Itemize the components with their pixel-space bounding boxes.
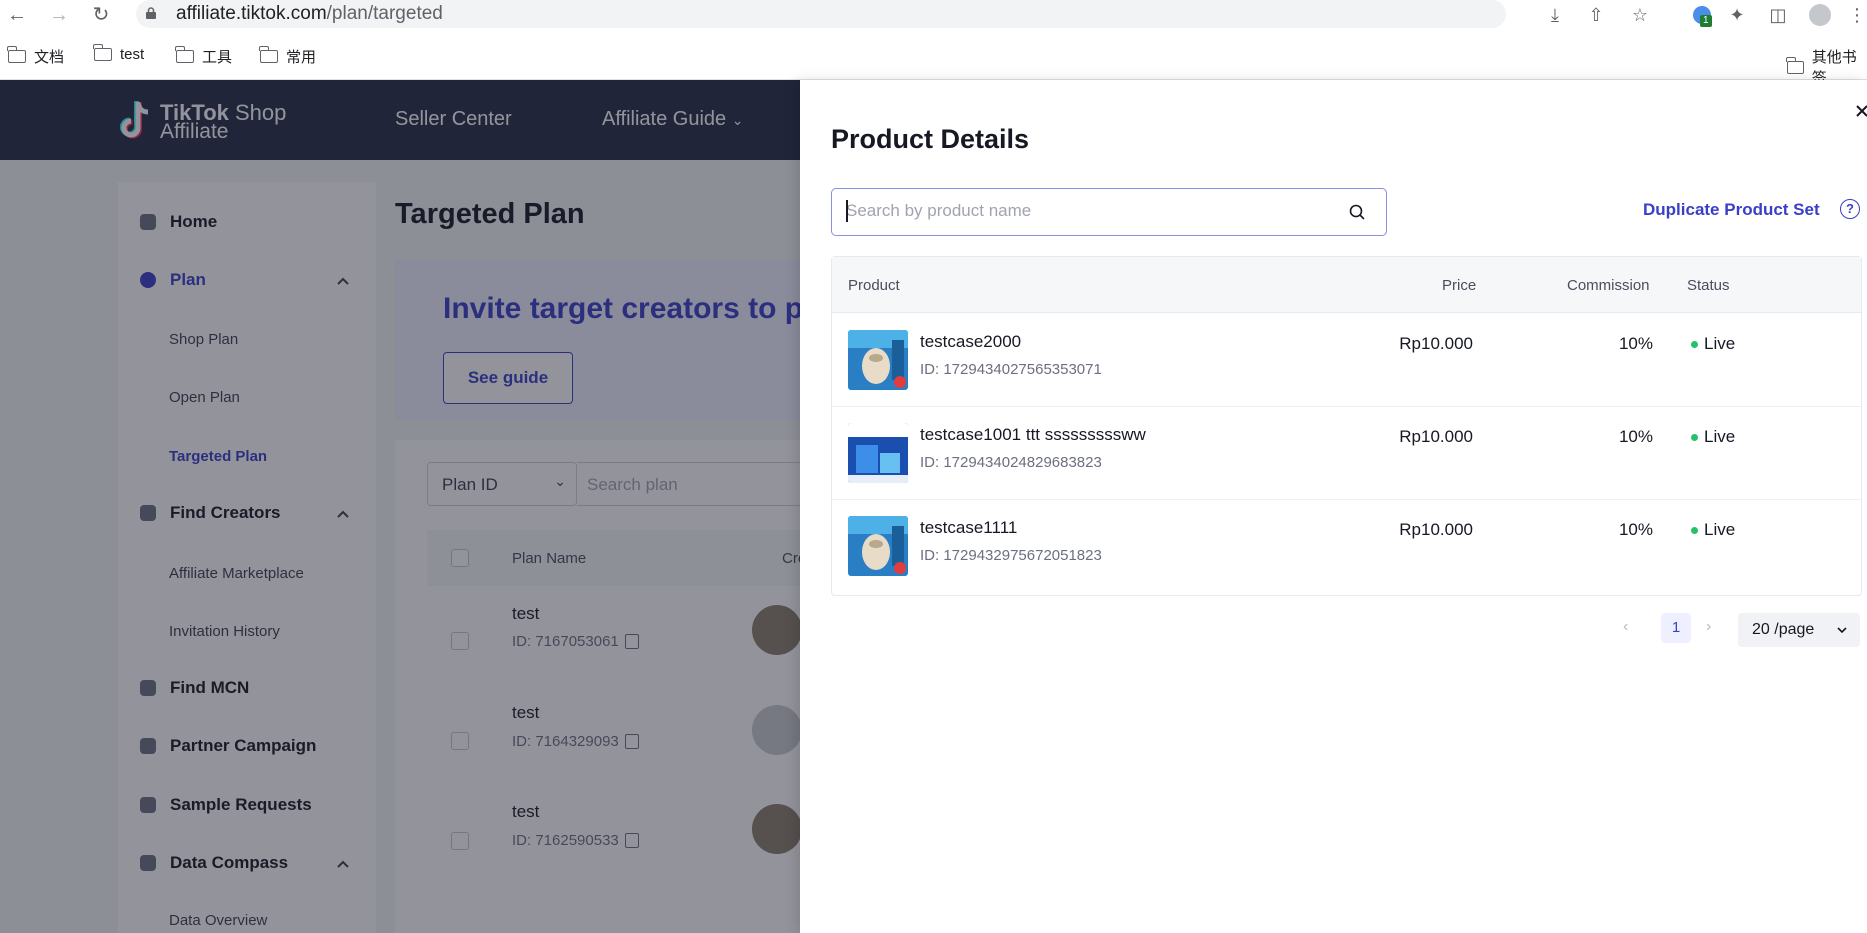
- product-row[interactable]: testcase1001 ttt sssssssssww ID: 1729434…: [832, 407, 1861, 500]
- product-price: Rp10.000: [1399, 520, 1473, 539]
- extension-badge: 1: [1700, 15, 1712, 27]
- column-status: Status: [1687, 277, 1730, 294]
- status-badge: Live: [1691, 334, 1735, 354]
- chevron-down-icon: [1837, 627, 1847, 634]
- column-price: Price: [1442, 277, 1477, 294]
- back-icon[interactable]: ←: [4, 2, 30, 28]
- live-dot-icon: [1691, 340, 1698, 348]
- address-bar[interactable]: affiliate.tiktok.com/plan/targeted: [136, 0, 1506, 28]
- page-number[interactable]: 1: [1661, 613, 1691, 643]
- folder-icon: [7, 46, 26, 63]
- product-id: ID: 1729432975672051823: [920, 547, 1102, 564]
- bookmark-folder[interactable]: 常用: [259, 46, 316, 67]
- translate-extension-icon[interactable]: 1: [1690, 3, 1714, 27]
- folder-icon: [259, 46, 278, 63]
- product-price: Rp10.000: [1399, 334, 1473, 353]
- text-caret: [846, 200, 848, 222]
- help-icon[interactable]: ?: [1840, 199, 1860, 219]
- product-thumbnail: [848, 516, 908, 576]
- bookmark-folder[interactable]: 工具: [175, 46, 232, 67]
- product-id: ID: 1729434024829683823: [920, 454, 1102, 471]
- bookmark-folder[interactable]: 文档: [7, 46, 64, 67]
- modal-overlay[interactable]: [0, 80, 800, 933]
- product-search[interactable]: [831, 188, 1387, 236]
- product-details-drawer: Product Details Duplicate Product Set ? …: [800, 80, 1867, 933]
- bookmark-folder[interactable]: test: [93, 44, 144, 63]
- product-table: Product Price Commission Status testcase…: [831, 256, 1862, 596]
- lock-icon: [146, 7, 156, 19]
- side-panel-icon[interactable]: ◫: [1766, 3, 1790, 27]
- close-icon[interactable]: [1855, 104, 1867, 118]
- browser-toolbar: ← → ↻ affiliate.tiktok.com/plan/targeted…: [0, 0, 1867, 30]
- product-price: Rp10.000: [1399, 427, 1473, 446]
- column-commission: Commission: [1567, 277, 1650, 294]
- product-name: testcase2000: [920, 332, 1022, 351]
- profile-icon[interactable]: [1808, 3, 1832, 27]
- product-row[interactable]: testcase2000 ID: 1729434027565353071 Rp1…: [832, 314, 1861, 407]
- duplicate-product-set-link[interactable]: Duplicate Product Set: [1643, 200, 1820, 220]
- star-icon[interactable]: ☆: [1628, 3, 1652, 27]
- search-icon[interactable]: [1348, 203, 1366, 221]
- column-product: Product: [848, 277, 900, 294]
- prev-page-icon[interactable]: ‹: [1623, 618, 1628, 636]
- product-name: testcase1111: [920, 518, 1018, 537]
- product-commission: 10%: [1618, 334, 1653, 353]
- reload-icon[interactable]: ↻: [88, 2, 114, 28]
- folder-icon: [93, 44, 112, 61]
- product-commission: 10%: [1618, 520, 1653, 539]
- product-name: testcase1001 ttt sssssssssww: [920, 425, 1146, 444]
- status-badge: Live: [1691, 520, 1735, 540]
- product-table-header: Product Price Commission Status: [832, 257, 1861, 313]
- install-icon[interactable]: ⤓: [1543, 3, 1567, 27]
- url-text: affiliate.tiktok.com/plan/targeted: [176, 3, 443, 24]
- product-id: ID: 1729434027565353071: [920, 361, 1102, 378]
- status-badge: Live: [1691, 427, 1735, 447]
- live-dot-icon: [1691, 433, 1698, 441]
- bookmarks-bar: 文档 test 工具 常用 其他书签: [0, 30, 1867, 87]
- product-thumbnail: [848, 330, 908, 390]
- product-row[interactable]: testcase1111 ID: 1729432975672051823 Rp1…: [832, 500, 1861, 593]
- page-size-select[interactable]: 20 /page: [1738, 613, 1860, 647]
- live-dot-icon: [1691, 526, 1698, 534]
- product-thumbnail: [848, 423, 908, 483]
- puzzle-icon[interactable]: ✦: [1725, 3, 1749, 27]
- menu-icon[interactable]: ⋮: [1845, 3, 1867, 27]
- product-commission: 10%: [1618, 427, 1653, 446]
- product-search-input[interactable]: [846, 201, 1326, 221]
- drawer-title: Product Details: [831, 124, 1030, 154]
- next-page-icon[interactable]: ›: [1706, 618, 1711, 636]
- forward-icon[interactable]: →: [46, 2, 72, 28]
- folder-icon: [1786, 56, 1804, 74]
- folder-icon: [175, 46, 194, 63]
- share-icon[interactable]: ⇧: [1584, 3, 1608, 27]
